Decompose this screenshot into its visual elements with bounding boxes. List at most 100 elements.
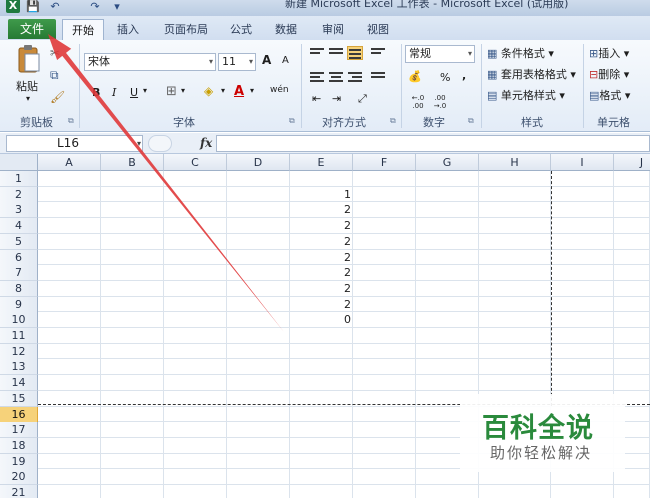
- row-header-21[interactable]: 21: [0, 485, 38, 498]
- column-header-e[interactable]: E: [290, 154, 353, 171]
- insert-cells-button[interactable]: ⊞插入 ▾: [589, 45, 629, 61]
- insert-function-button[interactable]: fx: [200, 136, 212, 150]
- tab-insert[interactable]: 插入: [117, 21, 139, 37]
- cell-e4[interactable]: 2: [290, 218, 353, 234]
- save-icon[interactable]: 💾: [26, 0, 40, 14]
- align-right-icon[interactable]: [347, 70, 363, 84]
- chevron-down-icon[interactable]: ▾: [181, 86, 185, 95]
- bold-button[interactable]: B: [92, 86, 100, 99]
- shrink-font-button[interactable]: A: [282, 55, 289, 66]
- formula-input[interactable]: [216, 135, 650, 152]
- row-header-12[interactable]: 12: [0, 343, 38, 360]
- borders-icon[interactable]: ⊞: [166, 84, 177, 99]
- cell-e10[interactable]: 0: [290, 312, 353, 328]
- accounting-format-icon[interactable]: 💰: [408, 70, 422, 83]
- cut-icon[interactable]: ✂: [50, 46, 60, 60]
- underline-button[interactable]: U: [130, 86, 138, 99]
- font-launcher-icon[interactable]: ⧉: [289, 116, 295, 126]
- row-header-16[interactable]: 16: [0, 406, 38, 423]
- increase-indent-icon[interactable]: ⇥: [332, 92, 341, 105]
- excel-app-icon[interactable]: X: [6, 0, 20, 13]
- decrease-indent-icon[interactable]: ⇤: [312, 92, 321, 105]
- tab-view[interactable]: 视图: [367, 21, 389, 37]
- select-all-corner[interactable]: [0, 154, 38, 171]
- number-format-select[interactable]: 常规 ▾: [405, 45, 475, 63]
- font-color-button[interactable]: A: [234, 84, 244, 99]
- chevron-down-icon[interactable]: ▾: [250, 86, 254, 95]
- cell-e7[interactable]: 2: [290, 265, 353, 281]
- align-bottom-icon[interactable]: [347, 46, 363, 60]
- cell-e2[interactable]: 1: [290, 187, 353, 203]
- column-header-g[interactable]: G: [416, 154, 479, 171]
- conditional-formatting-button[interactable]: ▦ 条件格式 ▾: [487, 45, 554, 61]
- percent-style-button[interactable]: %: [440, 71, 450, 84]
- font-name-select[interactable]: 宋体 ▾: [84, 53, 216, 71]
- chevron-down-icon[interactable]: ▾: [143, 86, 147, 95]
- column-header-j[interactable]: J: [614, 154, 650, 171]
- paste-button[interactable]: [16, 44, 42, 76]
- tab-page-layout[interactable]: 页面布局: [164, 21, 208, 37]
- column-header-a[interactable]: A: [38, 154, 101, 171]
- cell-e9[interactable]: 2: [290, 297, 353, 313]
- column-header-f[interactable]: F: [353, 154, 416, 171]
- fill-color-icon[interactable]: ◈: [204, 84, 213, 98]
- row-header-7[interactable]: 7: [0, 265, 38, 282]
- row-header-19[interactable]: 19: [0, 453, 38, 470]
- delete-cells-button[interactable]: ⊟删除 ▾: [589, 66, 629, 82]
- increase-decimal-button[interactable]: ←.0 .00: [408, 94, 428, 110]
- row-header-18[interactable]: 18: [0, 437, 38, 454]
- align-center-icon[interactable]: [328, 70, 344, 84]
- tab-data[interactable]: 数据: [275, 21, 297, 37]
- row-header-10[interactable]: 10: [0, 312, 38, 329]
- paste-dropdown-icon[interactable]: ▾: [26, 94, 30, 103]
- cell-e6[interactable]: 2: [290, 250, 353, 266]
- customize-quick-access-icon[interactable]: ▾: [110, 0, 124, 14]
- paste-label[interactable]: 粘贴: [16, 78, 38, 94]
- format-as-table-button[interactable]: ▦ 套用表格格式 ▾: [487, 66, 576, 82]
- cell-e3[interactable]: 2: [290, 202, 353, 218]
- row-header-20[interactable]: 20: [0, 469, 38, 486]
- row-header-2[interactable]: 2: [0, 186, 38, 203]
- copy-icon[interactable]: ⧉: [50, 68, 59, 83]
- column-header-i[interactable]: I: [551, 154, 614, 171]
- alignment-launcher-icon[interactable]: ⧉: [390, 116, 396, 126]
- row-header-14[interactable]: 14: [0, 375, 38, 392]
- format-cells-button[interactable]: ▤格式 ▾: [589, 87, 630, 103]
- cell-e8[interactable]: 2: [290, 281, 353, 297]
- name-box[interactable]: L16: [6, 135, 143, 152]
- row-header-4[interactable]: 4: [0, 218, 38, 235]
- comma-style-button[interactable]: ,: [462, 69, 466, 82]
- row-header-6[interactable]: 6: [0, 249, 38, 266]
- tab-formulas[interactable]: 公式: [230, 21, 252, 37]
- grow-font-button[interactable]: A: [262, 53, 271, 67]
- align-left-icon[interactable]: [309, 70, 325, 84]
- row-header-1[interactable]: 1: [0, 171, 38, 187]
- decrease-decimal-button[interactable]: .00 →.0: [430, 94, 450, 110]
- number-launcher-icon[interactable]: ⧉: [468, 116, 474, 126]
- font-size-select[interactable]: 11 ▾: [218, 53, 256, 71]
- tab-home[interactable]: 开始: [62, 19, 104, 40]
- orientation-icon[interactable]: ⤢: [358, 92, 367, 106]
- chevron-down-icon[interactable]: ▾: [221, 86, 225, 95]
- merge-center-icon[interactable]: [370, 70, 386, 84]
- cell-styles-button[interactable]: ▤ 单元格样式 ▾: [487, 87, 565, 103]
- row-header-9[interactable]: 9: [0, 296, 38, 313]
- row-header-13[interactable]: 13: [0, 359, 38, 376]
- row-header-8[interactable]: 8: [0, 280, 38, 297]
- clipboard-launcher-icon[interactable]: ⧉: [68, 116, 74, 126]
- column-header-b[interactable]: B: [101, 154, 164, 171]
- tab-file[interactable]: 文件: [8, 19, 56, 39]
- row-header-5[interactable]: 5: [0, 233, 38, 250]
- redo-icon[interactable]: ↷: [88, 0, 102, 14]
- italic-button[interactable]: I: [112, 86, 116, 99]
- wrap-text-icon[interactable]: [370, 46, 386, 60]
- column-header-h[interactable]: H: [479, 154, 551, 171]
- format-painter-icon[interactable]: 🖌: [50, 90, 65, 104]
- row-header-11[interactable]: 11: [0, 328, 38, 344]
- row-header-15[interactable]: 15: [0, 390, 38, 407]
- chevron-down-icon[interactable]: ▾: [137, 139, 141, 148]
- align-top-icon[interactable]: [309, 46, 325, 60]
- undo-icon[interactable]: ↶: [48, 0, 62, 14]
- cell-e5[interactable]: 2: [290, 234, 353, 250]
- row-header-3[interactable]: 3: [0, 202, 38, 219]
